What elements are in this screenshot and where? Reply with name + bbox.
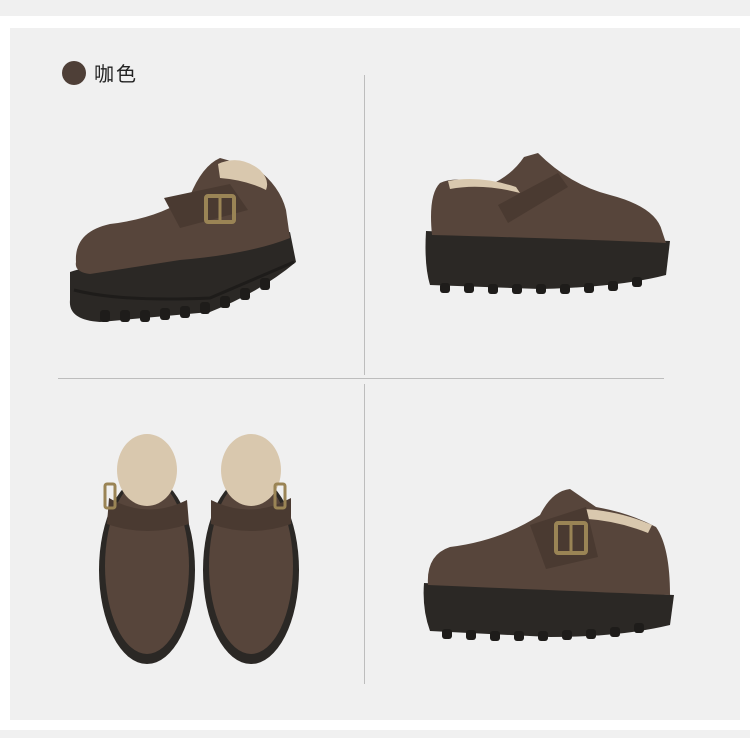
top-separator-strip	[0, 0, 750, 16]
vertical-divider-top	[364, 75, 365, 375]
vertical-divider-bottom	[364, 384, 365, 684]
shoe-view-side	[425, 153, 670, 294]
bottom-separator-strip	[0, 730, 750, 738]
color-option: 咖色	[62, 58, 138, 87]
color-swatch	[62, 60, 86, 85]
horizontal-divider	[58, 378, 664, 379]
shoe-view-three-quarter-right	[423, 489, 674, 641]
color-label: 咖色	[94, 62, 138, 86]
shoe-view-top-pair	[99, 434, 299, 664]
shoe-view-front-three-quarter	[69, 158, 296, 322]
